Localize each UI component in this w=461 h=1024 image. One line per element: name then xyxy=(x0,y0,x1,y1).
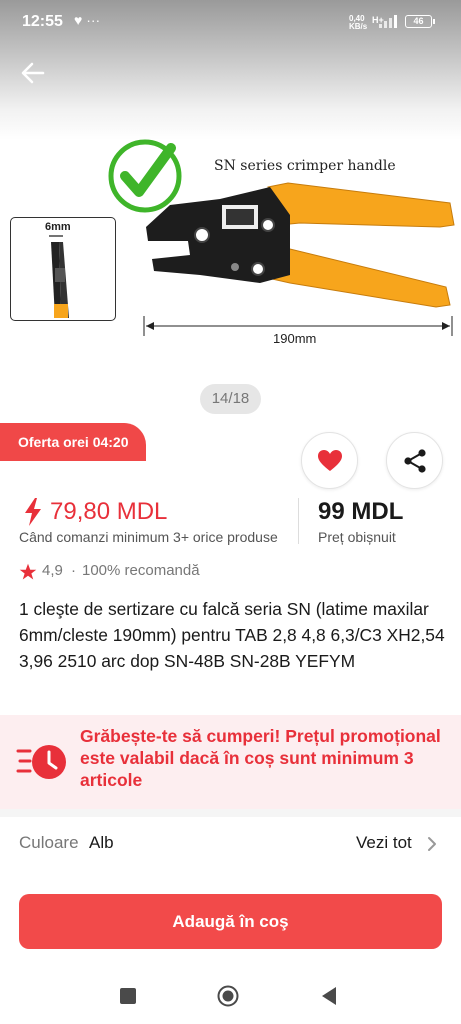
back-button[interactable] xyxy=(18,58,48,88)
price-divider xyxy=(298,498,299,544)
promo-text: Grăbește-te să cumperi! Prețul promoțion… xyxy=(80,726,441,790)
notification-icons: ♥ ··· xyxy=(74,12,101,28)
status-bar: 12:55 ♥ ··· 0,40 KB/s H+ 46 xyxy=(0,0,461,44)
thumbnail-inset: 6mm xyxy=(10,217,116,321)
hourly-offer-tag: Oferta orei 04:20 xyxy=(0,423,146,461)
product-title: 1 cleşte de sertizare cu falcă seria SN … xyxy=(19,599,445,671)
recommend-text: 100% recomandă xyxy=(82,562,200,579)
rating-separator: · xyxy=(71,562,76,579)
heart-icon xyxy=(318,450,342,471)
signal-bars-icon xyxy=(379,14,401,28)
sale-condition: Când comanzi minimum 3+ orice produse xyxy=(19,529,278,545)
status-time: 12:55 xyxy=(22,13,63,30)
wishlist-button[interactable] xyxy=(301,432,358,489)
color-value: Alb xyxy=(89,833,114,852)
nav-home-icon[interactable] xyxy=(217,985,239,1007)
image-caption: SN series crimper handle xyxy=(214,158,396,174)
add-to-cart-button[interactable]: Adaugă în coş xyxy=(19,894,442,949)
color-selector-row[interactable]: Culoare Alb Vezi tot xyxy=(0,817,461,869)
battery-icon: 46 xyxy=(405,15,435,28)
clock-alarm-icon xyxy=(16,745,66,779)
star-icon xyxy=(19,563,37,580)
battery-level: 46 xyxy=(413,16,424,26)
arrow-left-icon xyxy=(21,62,45,84)
crimper-tool-image xyxy=(146,182,455,308)
rating-value: 4,9 xyxy=(42,562,63,579)
share-icon xyxy=(404,449,426,473)
nav-back-icon[interactable] xyxy=(320,985,338,1007)
sale-price: 79,80 MDL xyxy=(50,498,168,525)
regular-price-label: Preț obișnuit xyxy=(318,529,396,545)
image-page-indicator: 14/18 xyxy=(200,384,261,414)
promo-banner: Grăbește-te să cumperi! Prețul promoțion… xyxy=(0,715,461,809)
see-all-link[interactable]: Vezi tot xyxy=(356,833,412,853)
regular-price: 99 MDL xyxy=(318,498,404,525)
network-speed: 0,40 KB/s xyxy=(349,14,368,31)
chevron-right-icon xyxy=(428,837,436,851)
jaw-closeup-image xyxy=(49,235,69,318)
dimension-label: 190mm xyxy=(273,331,317,346)
section-divider xyxy=(0,809,461,817)
color-label: Culoare xyxy=(19,833,79,852)
share-button[interactable] xyxy=(386,432,443,489)
nav-square-icon[interactable] xyxy=(120,988,136,1004)
bolt-icon xyxy=(25,498,41,526)
